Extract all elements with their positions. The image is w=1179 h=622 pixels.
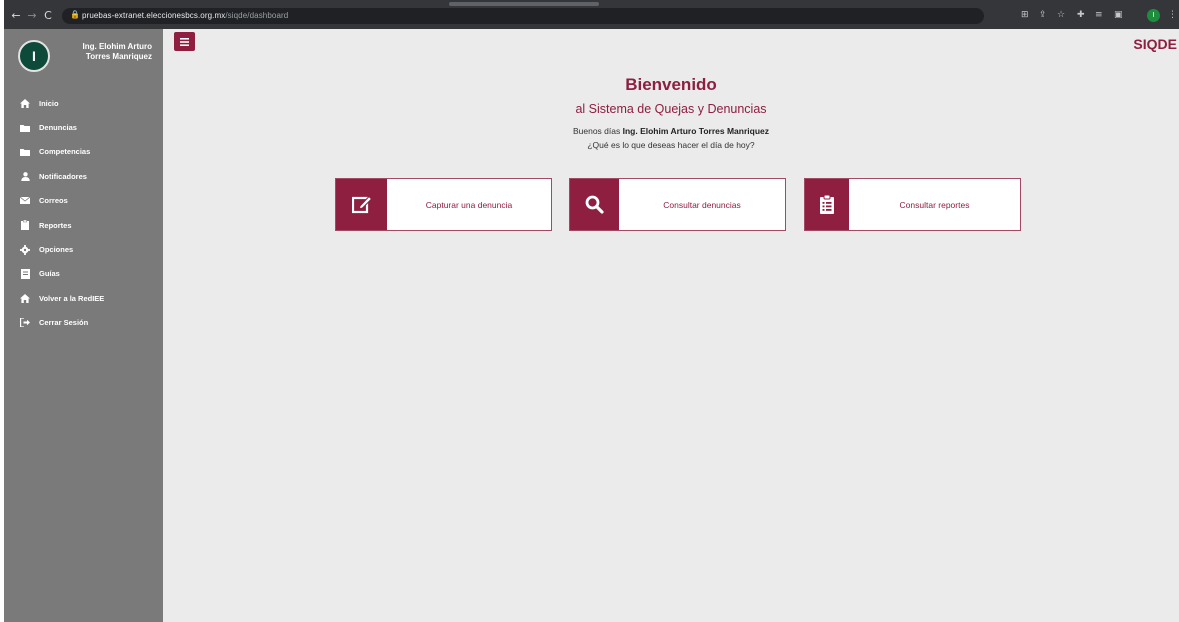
sidebar-item-label: Inicio xyxy=(39,98,59,108)
clipboard-icon xyxy=(19,220,31,231)
sidebar-item-label: Correos xyxy=(39,196,68,206)
sidebar-item-competencias[interactable]: Competencias xyxy=(4,140,163,164)
folder-icon xyxy=(19,124,31,132)
sidebar-item-label: Guías xyxy=(39,269,60,279)
action-label: Capturar una denuncia xyxy=(425,199,513,210)
extensions-icon[interactable]: ✚ xyxy=(1077,11,1085,20)
greeting-text: Buenos días Ing. Elohim Arturo Torres Ma… xyxy=(163,126,1179,136)
edit-icon xyxy=(336,179,387,230)
greeting-user-name: Ing. Elohim Arturo Torres Manriquez xyxy=(622,126,770,136)
gear-icon xyxy=(19,244,31,255)
user-icon xyxy=(19,171,31,181)
greeting-prefix: Buenos días xyxy=(572,126,621,136)
sidebar-item-guias[interactable]: Guías xyxy=(4,262,163,286)
url-domain: pruebas-extranet.eleccionesbcs.org.mx xyxy=(82,11,226,20)
sidebar: I Ing. Elohim Arturo Torres Manriquez In… xyxy=(4,29,163,622)
forward-arrow-icon[interactable]: → xyxy=(26,10,38,22)
action-label: Consultar denuncias xyxy=(663,199,741,210)
url-path: /siqde/dashboard xyxy=(225,11,289,20)
hamburger-icon xyxy=(180,33,189,51)
share-icon[interactable]: ⇪ xyxy=(1039,11,1047,20)
brand-logo-text: SIQDE xyxy=(1133,36,1177,52)
screen: ← → C 🔒 pruebas-extranet.eleccionesbcs.o… xyxy=(4,0,1179,622)
sidebar-item-label: Competencias xyxy=(39,147,91,157)
back-arrow-icon[interactable]: ← xyxy=(10,10,22,22)
sidebar-item-correos[interactable]: Correos xyxy=(4,189,163,213)
consultar-reportes-button[interactable]: Consultar reportes xyxy=(804,178,1021,231)
sidebar-item-cerrar-sesion[interactable]: Cerrar Sesión xyxy=(4,311,163,335)
user-name-line1: Ing. Elohim Arturo xyxy=(82,42,152,51)
sidebar-item-inicio[interactable]: Inicio xyxy=(4,91,163,115)
reading-list-icon[interactable]: ≡ xyxy=(1095,11,1103,20)
sidebar-item-label: Notificadores xyxy=(39,171,87,181)
address-bar[interactable]: 🔒 pruebas-extranet.eleccionesbcs.org.mx/… xyxy=(62,8,984,24)
sidebar-item-reportes[interactable]: Reportes xyxy=(4,213,163,237)
page-title: Bienvenido xyxy=(625,75,717,94)
sidebar-item-label: Denuncias xyxy=(39,123,77,133)
home-icon xyxy=(19,98,31,108)
translate-icon[interactable]: ⊞ xyxy=(1021,11,1029,20)
page-subtitle: al Sistema de Quejas y Denuncias xyxy=(575,102,767,116)
user-name-line2: Torres Manriquez xyxy=(85,52,152,61)
url-text: pruebas-extranet.eleccionesbcs.org.mx/si… xyxy=(82,11,288,20)
user-name: Ing. Elohim Arturo Torres Manriquez xyxy=(60,42,152,62)
sidebar-item-notificadores[interactable]: Notificadores xyxy=(4,164,163,188)
kebab-menu-icon[interactable]: ⋮ xyxy=(1168,11,1177,20)
envelope-icon xyxy=(19,197,31,205)
sidebar-item-denuncias[interactable]: Denuncias xyxy=(4,115,163,139)
menu-toggle-button[interactable] xyxy=(174,32,195,51)
sidebar-item-label: Cerrar Sesión xyxy=(39,318,89,328)
tab-strip-indicator xyxy=(449,2,599,6)
bookmark-star-icon[interactable]: ☆ xyxy=(1057,11,1065,20)
folder-icon xyxy=(19,148,31,156)
browser-toolbar: ← → C 🔒 pruebas-extranet.eleccionesbcs.o… xyxy=(4,0,1179,29)
sidebar-item-label: Opciones xyxy=(39,245,74,255)
search-icon xyxy=(570,179,619,230)
sidebar-item-label: Volver a la RedIEE xyxy=(39,293,105,303)
clipboard-list-icon xyxy=(805,179,849,230)
logout-icon xyxy=(19,318,31,328)
sidebar-item-volver-rediee[interactable]: Volver a la RedIEE xyxy=(4,286,163,310)
sidebar-menu: Inicio Denuncias Competencias Notificado… xyxy=(4,91,163,335)
book-icon xyxy=(19,268,31,279)
sidebar-item-opciones[interactable]: Opciones xyxy=(4,237,163,261)
action-label: Consultar reportes xyxy=(899,199,970,210)
home-icon xyxy=(19,293,31,303)
sidebar-item-label: Reportes xyxy=(39,220,72,230)
main-content: SIQDE Bienvenido al Sistema de Quejas y … xyxy=(163,29,1179,622)
reload-icon[interactable]: C xyxy=(42,10,54,22)
question-text: ¿Qué es lo que deseas hacer el día de ho… xyxy=(587,140,755,150)
consultar-denuncias-button[interactable]: Consultar denuncias xyxy=(569,178,786,231)
avatar[interactable]: I xyxy=(18,40,50,72)
lock-icon: 🔒 xyxy=(70,10,80,19)
side-panel-icon[interactable]: ▣ xyxy=(1114,11,1123,20)
capturar-denuncia-button[interactable]: Capturar una denuncia xyxy=(335,178,552,231)
profile-avatar[interactable]: I xyxy=(1147,9,1160,22)
